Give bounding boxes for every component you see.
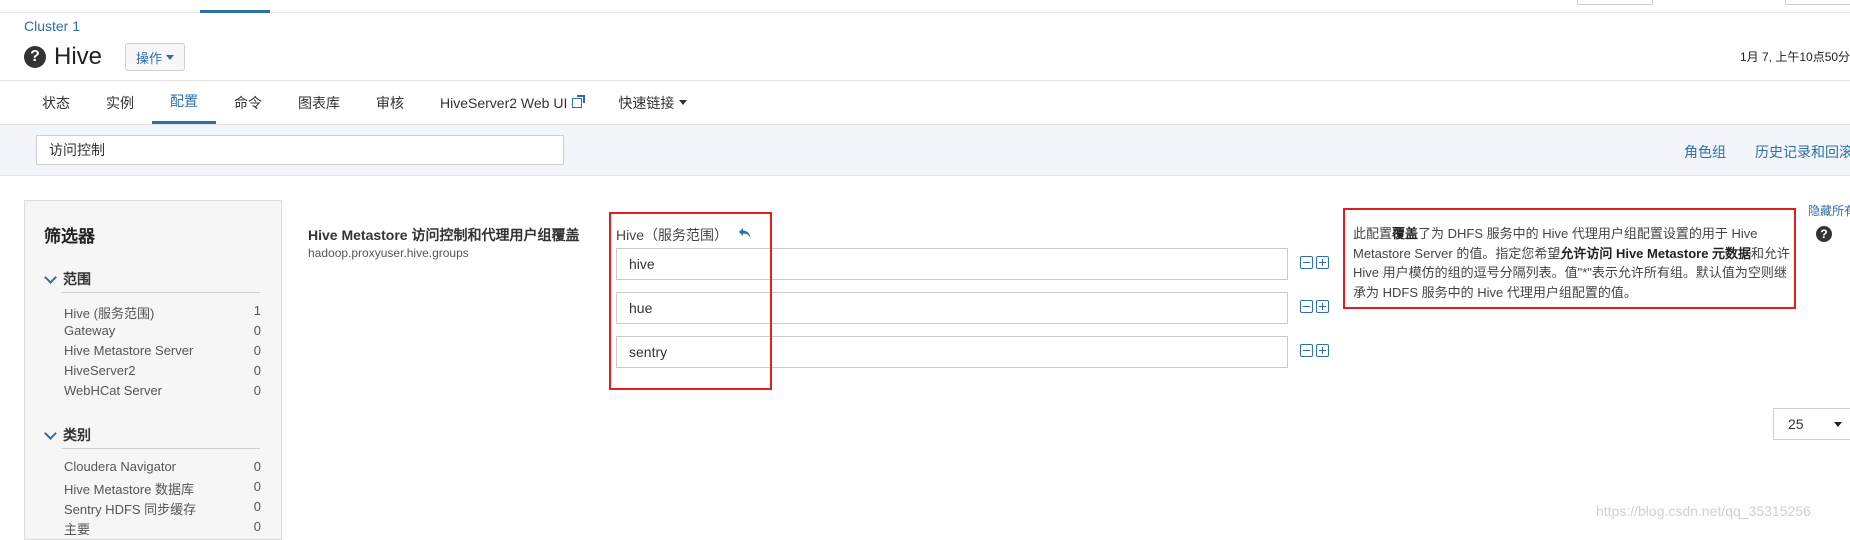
setting-key: hadoop.proxyuser.hive.groups bbox=[308, 246, 469, 260]
tab-commands[interactable]: 命令 bbox=[216, 81, 280, 124]
tab-configuration[interactable]: 配置 bbox=[152, 81, 216, 124]
highlight-box bbox=[609, 212, 772, 390]
breadcrumb-cluster[interactable]: Cluster 1 bbox=[24, 18, 80, 34]
add-row-button[interactable] bbox=[1316, 300, 1329, 313]
highlight-box bbox=[1343, 208, 1796, 309]
filter-group-scope[interactable]: 范围 bbox=[44, 269, 91, 289]
filter-item[interactable]: Gateway 0 bbox=[64, 323, 261, 343]
remove-row-button[interactable] bbox=[1300, 344, 1313, 357]
tab-audits[interactable]: 审核 bbox=[358, 81, 422, 124]
filter-item-label: Hive Metastore Server bbox=[64, 343, 194, 358]
divider bbox=[62, 448, 260, 449]
tab-quick-links[interactable]: 快速链接 bbox=[600, 81, 705, 124]
tab-label: 实例 bbox=[106, 94, 134, 111]
setting-name: Hive Metastore 访问控制和代理用户组覆盖 bbox=[308, 227, 580, 243]
filter-item[interactable]: Hive Metastore Server 0 bbox=[64, 343, 261, 363]
tab-label: 配置 bbox=[170, 93, 198, 109]
filter-item-count: 1 bbox=[253, 303, 261, 318]
tab-label: 命令 bbox=[234, 94, 262, 111]
filter-item[interactable]: 主要 0 bbox=[64, 519, 261, 539]
tab-label: 快速链接 bbox=[618, 94, 675, 111]
hide-all-descriptions-link[interactable]: 隐藏所有 bbox=[1808, 202, 1850, 219]
filter-item-label: Cloudera Navigator bbox=[64, 459, 177, 474]
filter-item[interactable]: Hive Metastore 数据库 0 bbox=[64, 479, 261, 499]
filter-item-label: 主要 bbox=[64, 522, 91, 537]
history-rollback-link[interactable]: 历史记录和回滚 bbox=[1755, 142, 1850, 162]
question-icon[interactable]: ? bbox=[1816, 226, 1832, 242]
filter-item[interactable]: Sentry HDFS 同步缓存 0 bbox=[64, 499, 261, 519]
filter-item-count: 0 bbox=[253, 479, 261, 494]
tab-status[interactable]: 状态 bbox=[24, 81, 88, 124]
timestamp: 1月 7, 上午10点50分 bbox=[1740, 50, 1850, 64]
chevron-down-icon bbox=[44, 426, 57, 440]
top-control[interactable] bbox=[1577, 0, 1653, 5]
filter-group-category[interactable]: 类别 bbox=[44, 425, 91, 445]
remove-row-button[interactable] bbox=[1300, 300, 1313, 313]
filter-item-label: Sentry HDFS 同步缓存 bbox=[64, 502, 197, 517]
tab-hiveserver2-web-ui[interactable]: HiveServer2 Web UI bbox=[422, 81, 600, 124]
filter-item[interactable]: Cloudera Navigator 0 bbox=[64, 459, 261, 479]
row-controls bbox=[1300, 344, 1329, 357]
filter-item[interactable]: WebHCat Server 0 bbox=[64, 383, 261, 403]
filter-item-label: HiveServer2 bbox=[64, 363, 136, 378]
filter-item-count: 0 bbox=[253, 499, 261, 514]
tab-charts-library[interactable]: 图表库 bbox=[280, 81, 358, 124]
question-icon: ? bbox=[24, 46, 46, 68]
page-size-select[interactable]: 25 bbox=[1773, 408, 1850, 440]
top-divider bbox=[0, 12, 1850, 13]
filter-list-scope: Hive (服务范围) 1 Gateway 0 Hive Metastore Ser… bbox=[64, 303, 261, 403]
caret-down-icon bbox=[1834, 422, 1842, 427]
search-input[interactable] bbox=[36, 135, 564, 165]
tab-label: HiveServer2 Web UI bbox=[440, 94, 568, 111]
watermark: https://blog.csdn.net/qq_35315256 bbox=[1596, 503, 1811, 519]
filter-item-count: 0 bbox=[253, 519, 261, 534]
filter-item-count: 0 bbox=[253, 343, 261, 358]
filter-item-label: WebHCat Server bbox=[64, 383, 163, 398]
filter-group-label: 范围 bbox=[63, 271, 91, 287]
role-groups-link[interactable]: 角色组 bbox=[1684, 142, 1726, 162]
actions-label: 操作 bbox=[136, 50, 163, 66]
actions-dropdown-button[interactable]: 操作 bbox=[125, 43, 186, 71]
filter-title: 筛选器 bbox=[44, 227, 95, 246]
filter-item-count: 0 bbox=[253, 383, 261, 398]
filter-item-count: 0 bbox=[253, 363, 261, 378]
tab-bar: 状态 实例 配置 命令 图表库 审核 HiveServer2 Web UI 快速… bbox=[24, 81, 705, 124]
chevron-down-icon bbox=[44, 270, 57, 284]
row-controls bbox=[1300, 300, 1329, 313]
top-tab-indicator bbox=[200, 10, 270, 13]
filter-item-count: 0 bbox=[253, 459, 261, 474]
filter-group-label: 类别 bbox=[63, 427, 91, 443]
filter-item-label: Hive Metastore 数据库 bbox=[64, 482, 195, 497]
top-control[interactable] bbox=[1785, 0, 1850, 5]
external-link-icon bbox=[572, 94, 586, 108]
remove-row-button[interactable] bbox=[1300, 256, 1313, 269]
page-title: Hive bbox=[54, 43, 103, 70]
filter-item-count: 0 bbox=[253, 323, 261, 338]
tab-label: 状态 bbox=[42, 94, 70, 111]
filter-item[interactable]: HiveServer2 0 bbox=[64, 363, 261, 383]
filter-list-category: Cloudera Navigator 0 Hive Metastore 数据库 0 … bbox=[64, 459, 261, 539]
row-controls bbox=[1300, 256, 1329, 269]
page-title-wrap: ? Hive bbox=[24, 43, 102, 71]
page-size-value: 25 bbox=[1788, 416, 1804, 432]
caret-down-icon bbox=[679, 100, 688, 105]
add-row-button[interactable] bbox=[1316, 256, 1329, 269]
caret-down-icon bbox=[166, 54, 175, 60]
filter-item[interactable]: Hive (服务范围) 1 bbox=[64, 303, 261, 323]
filter-item-label: Gateway bbox=[64, 323, 116, 338]
divider bbox=[62, 292, 260, 293]
add-row-button[interactable] bbox=[1316, 344, 1329, 357]
tab-label: 图表库 bbox=[298, 94, 340, 111]
filter-item-label: Hive (服务范围) bbox=[64, 306, 155, 321]
tab-instances[interactable]: 实例 bbox=[88, 81, 152, 124]
tab-label: 审核 bbox=[376, 94, 404, 111]
